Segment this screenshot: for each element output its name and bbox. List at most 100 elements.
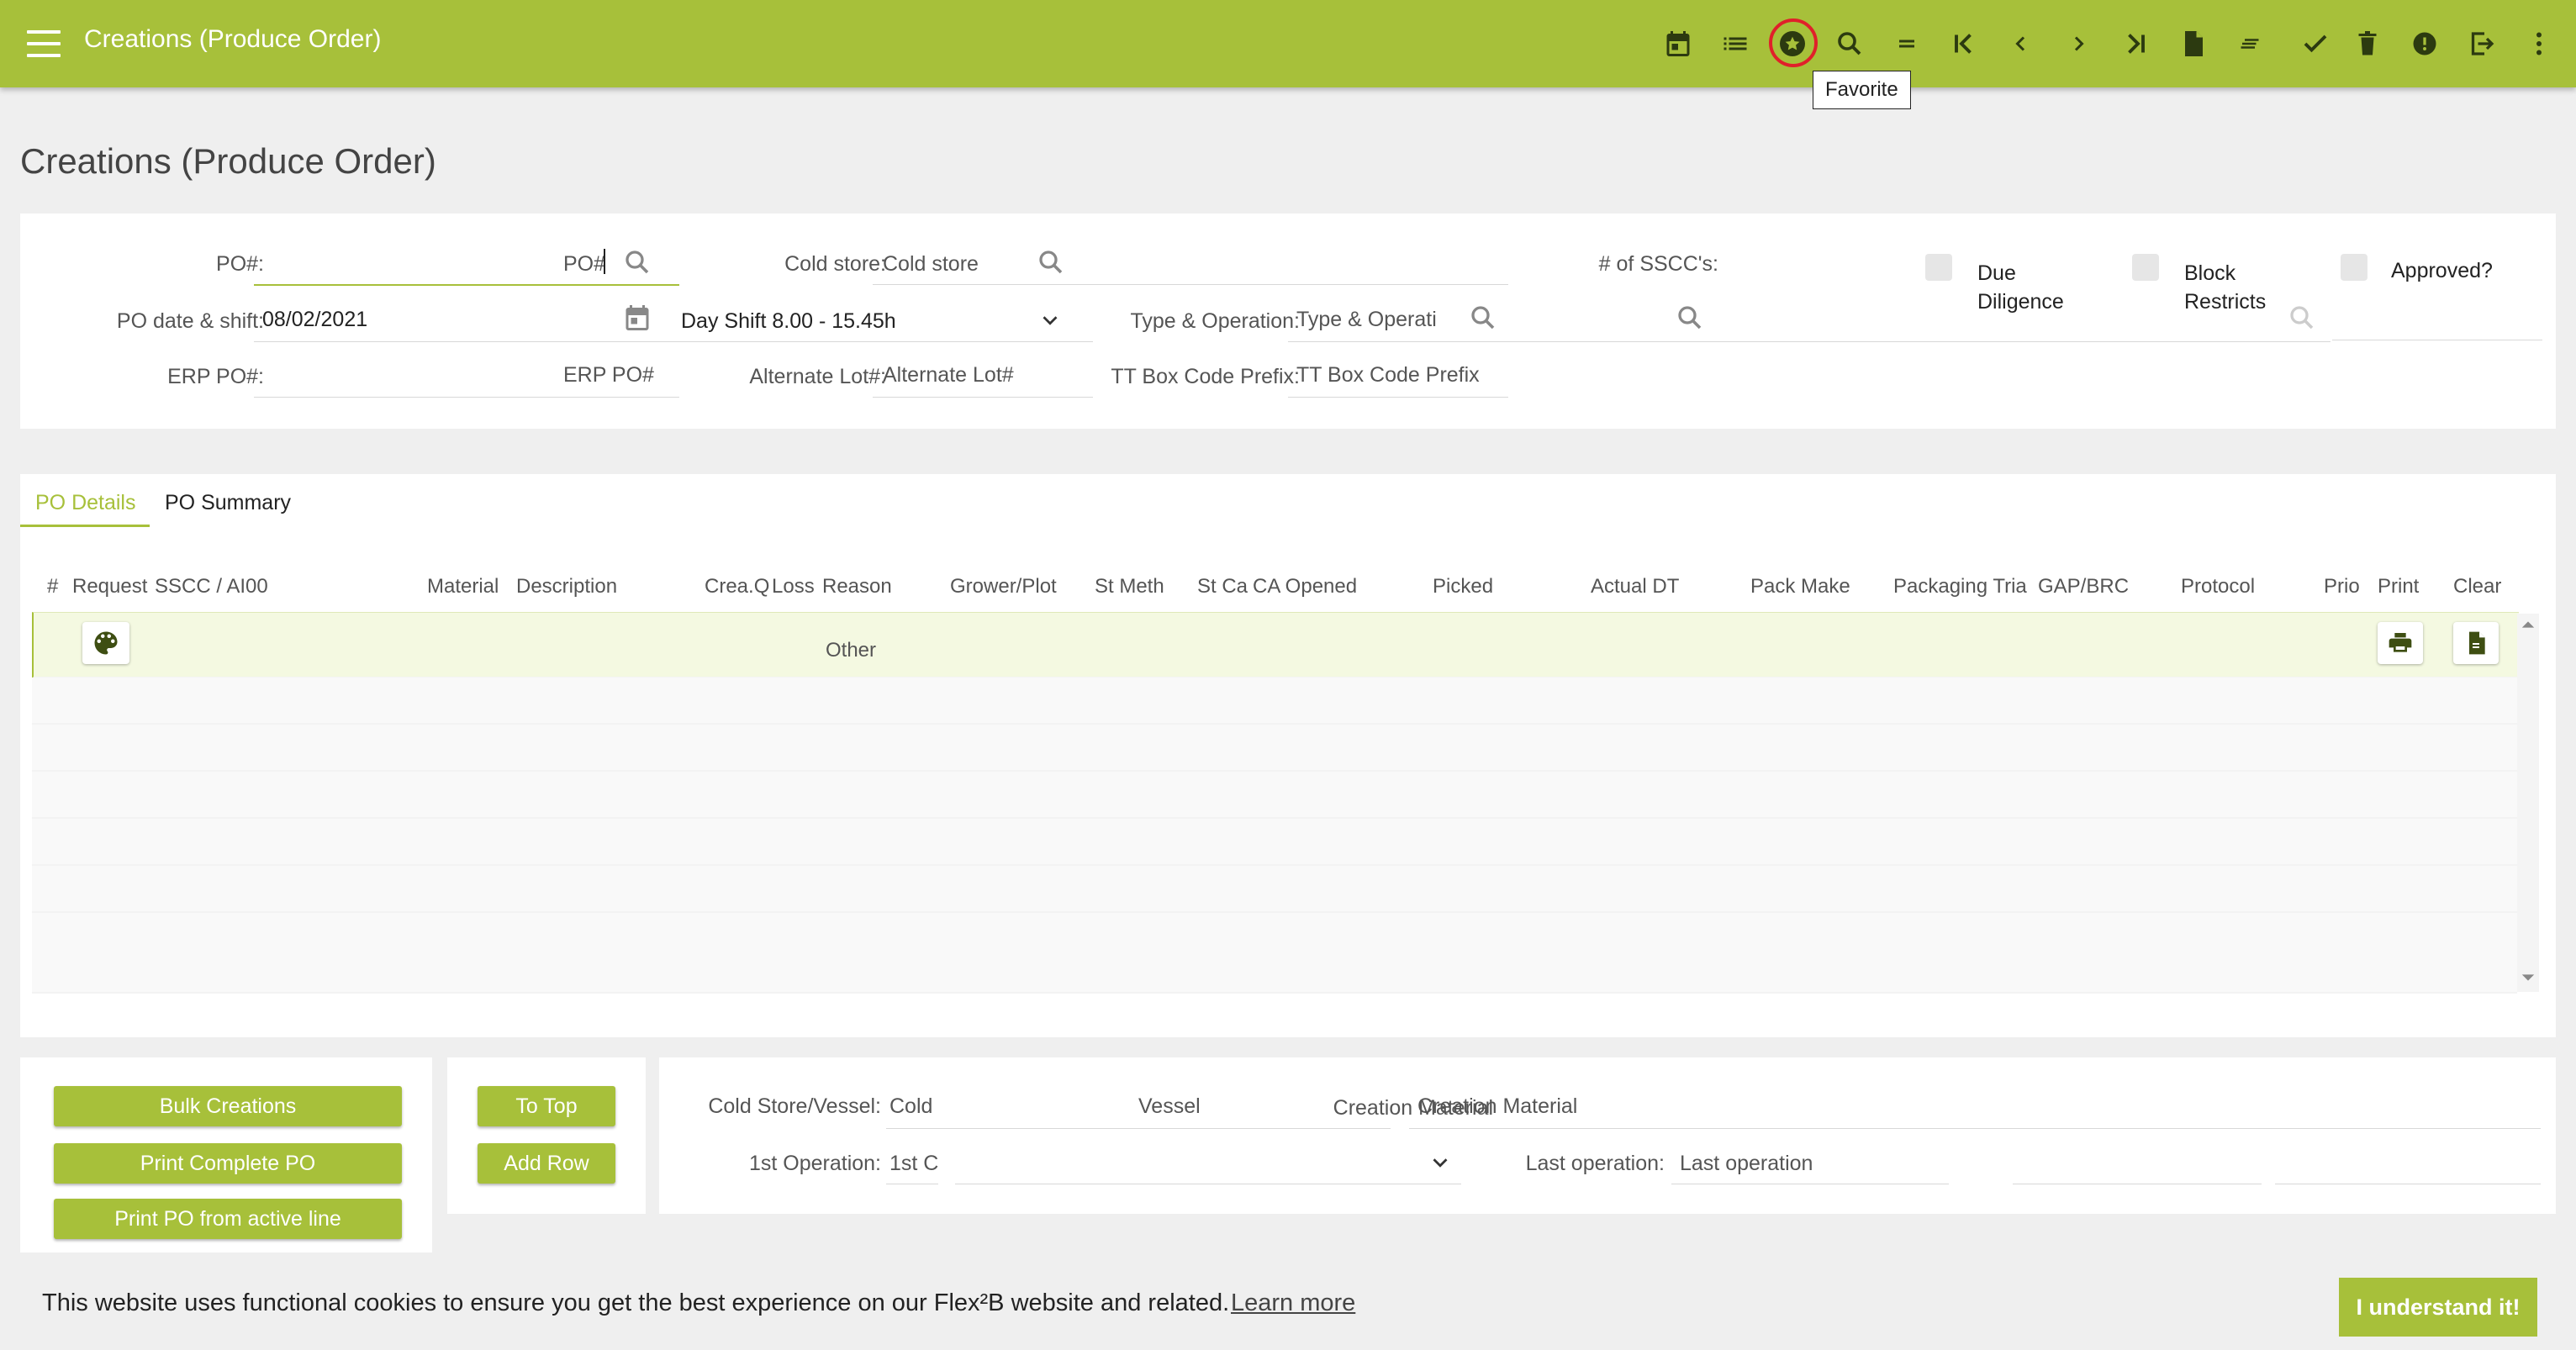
cookie-banner: This website uses functional cookies to …: [0, 1264, 2576, 1350]
chevron-down-icon[interactable]: [1428, 1150, 1453, 1175]
app-title: Creations (Produce Order): [84, 25, 382, 53]
last-record-icon[interactable]: [2117, 25, 2154, 62]
date-picker-icon[interactable]: [622, 303, 652, 333]
alert-icon[interactable]: [2406, 25, 2443, 62]
tab-po-details[interactable]: PO Details: [35, 491, 135, 515]
col-print: Print: [2378, 575, 2420, 598]
previous-icon[interactable]: [2003, 25, 2040, 62]
alt-lot-input[interactable]: Alternate Lot#: [883, 363, 1014, 388]
block-restricts-checkbox[interactable]: [2132, 254, 2159, 281]
print-po-active-line-button[interactable]: Print PO from active line: [54, 1199, 402, 1239]
first-operation-input[interactable]: 1st C: [889, 1152, 938, 1176]
cold-store-label: Cold store:: [784, 252, 886, 276]
table-row[interactable]: [32, 725, 2517, 772]
calendar-icon[interactable]: [1660, 25, 1697, 62]
palette-icon: [94, 631, 118, 655]
check-icon[interactable]: [2297, 25, 2334, 62]
type-operation-input[interactable]: Type & Operati: [1296, 308, 1465, 332]
col-prio: Prio: [2324, 575, 2360, 598]
shift-underline: [678, 341, 1093, 342]
approved-checkbox[interactable]: [2341, 254, 2367, 281]
col-pack-make: Pack Make: [1750, 575, 1850, 598]
tab-po-summary[interactable]: PO Summary: [165, 491, 291, 515]
table-row[interactable]: [32, 866, 2517, 913]
delete-icon[interactable]: [2349, 25, 2386, 62]
exit-icon[interactable]: [2463, 25, 2500, 62]
creation-details-panel: Cold Store/Vessel: Cold Vessel Creation …: [659, 1057, 2556, 1214]
erp-po-label: ERP PO#:: [167, 365, 264, 388]
shift-select[interactable]: Day Shift 8.00 - 15.45h: [681, 309, 896, 334]
cold-store-input[interactable]: Cold store: [883, 252, 979, 277]
navigation-actions-panel: [447, 1057, 646, 1214]
reason-cell[interactable]: Other: [826, 639, 876, 662]
learn-more-link[interactable]: Learn more: [1231, 1289, 1355, 1317]
cold-vessel-label: Cold Store/Vessel:: [708, 1094, 881, 1118]
table-scrollbar[interactable]: [2517, 614, 2539, 992]
page-title: Creations (Produce Order): [20, 141, 436, 181]
first-record-icon[interactable]: [1945, 25, 1982, 62]
next-icon[interactable]: [2060, 25, 2097, 62]
chevron-down-icon[interactable]: [1037, 308, 1063, 333]
notes-icon[interactable]: [2231, 25, 2268, 62]
add-row-button[interactable]: Add Row: [478, 1143, 615, 1184]
col-grower: Grower/Plot: [950, 575, 1057, 598]
table-row[interactable]: [32, 913, 2517, 994]
po-label: PO#:: [216, 252, 264, 276]
type-operation-search-icon[interactable]: [1468, 303, 1498, 333]
color-picker-button[interactable]: [82, 622, 129, 664]
new-document-icon[interactable]: [2174, 25, 2211, 62]
po-date-underline: [254, 341, 679, 342]
table-row[interactable]: [32, 612, 2519, 678]
table-row[interactable]: [32, 678, 2517, 725]
po-input[interactable]: PO#: [563, 252, 605, 277]
cold-store-search-icon[interactable]: [1036, 247, 1066, 277]
menu-icon[interactable]: [27, 30, 61, 57]
cold-input[interactable]: Cold: [889, 1094, 932, 1119]
creation-material-underline: [1409, 1128, 2541, 1129]
bulk-creations-button[interactable]: Bulk Creations: [54, 1086, 402, 1126]
print-row-button[interactable]: [2378, 622, 2423, 664]
scroll-down-icon[interactable]: [2521, 970, 2536, 985]
type-operation-label: Type & Operation:: [1130, 309, 1300, 333]
tt-box-label: TT Box Code Prefix:: [1111, 365, 1300, 388]
search-icon[interactable]: [1831, 25, 1868, 62]
block-restricts-label: Block Restricts: [2184, 261, 2267, 314]
col-ca-opened: CA Opened: [1253, 575, 1358, 598]
col-sscc: SSCC / AI00: [155, 575, 268, 598]
operation-search-icon[interactable]: [1675, 303, 1705, 333]
erp-po-underline: [254, 397, 679, 398]
more-vert-icon[interactable]: [2521, 25, 2558, 62]
po-date-input[interactable]: 08/02/2021: [262, 308, 367, 332]
favorite-tooltip: Favorite: [1813, 71, 1911, 109]
equals-icon[interactable]: [1888, 25, 1925, 62]
table-row[interactable]: [32, 819, 2517, 866]
print-complete-po-button[interactable]: Print Complete PO: [54, 1143, 402, 1184]
col-st-meth: St Meth: [1095, 575, 1164, 598]
scroll-up-icon[interactable]: [2521, 617, 2536, 632]
sscc-count-label: # of SSCC's:: [1598, 252, 1718, 276]
due-diligence-label: Due Diligence: [1977, 261, 2064, 314]
col-st-ca: St Ca: [1197, 575, 1248, 598]
to-top-button[interactable]: To Top: [478, 1086, 615, 1126]
po-search-icon[interactable]: [622, 247, 652, 277]
due-diligence-checkbox[interactable]: [1925, 254, 1952, 281]
last-operation-label: Last operation:: [1525, 1152, 1665, 1175]
table-row[interactable]: [32, 772, 2517, 819]
block-restricts-search-icon[interactable]: [2287, 303, 2317, 333]
tt-box-input[interactable]: TT Box Code Prefix: [1296, 363, 1480, 388]
col-actual-dt: Actual DT: [1591, 575, 1680, 598]
last-operation-input[interactable]: Last operation: [1680, 1152, 1813, 1176]
creation-material-input[interactable]: Creation Material: [1417, 1094, 1577, 1119]
clear-row-button[interactable]: [2453, 622, 2499, 664]
vessel-input[interactable]: Vessel: [1138, 1094, 1201, 1119]
tt-box-underline: [1288, 397, 1508, 398]
alt-lot-underline: [873, 397, 1093, 398]
cookie-accept-button[interactable]: I understand it!: [2339, 1278, 2537, 1337]
erp-po-input[interactable]: ERP PO#: [563, 363, 654, 388]
top-app-bar: Creations (Produce Order): [0, 0, 2576, 87]
po-input-underline: [254, 284, 679, 286]
col-packaging: Packaging Tria: [1893, 575, 2027, 598]
cookie-text: This website uses functional cookies to …: [42, 1289, 1230, 1316]
col-gap-brc: GAP/BRC: [2038, 575, 2130, 598]
list-icon[interactable]: [1717, 25, 1754, 62]
